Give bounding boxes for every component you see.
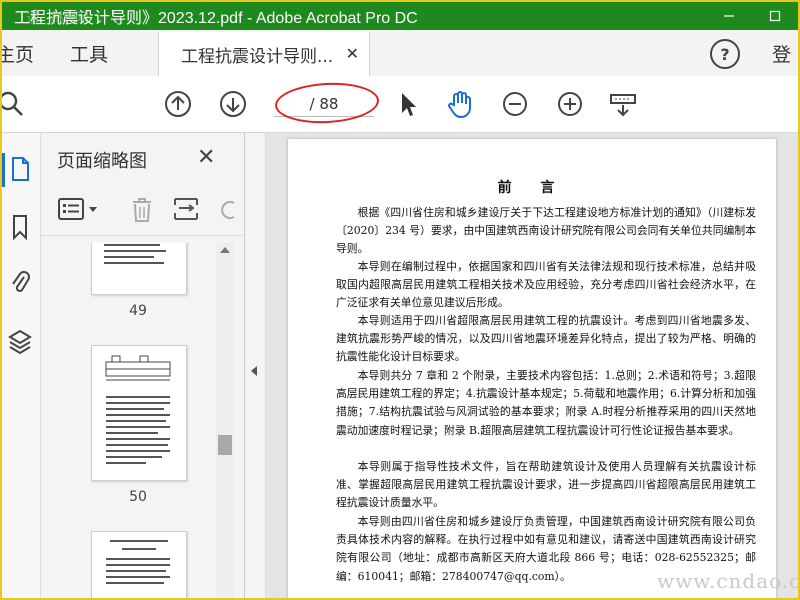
thumbnail-page-50[interactable] bbox=[91, 345, 187, 481]
fit-width-icon[interactable] bbox=[608, 89, 638, 119]
search-icon[interactable] bbox=[2, 89, 26, 119]
thumbnail-scrollbar[interactable] bbox=[216, 243, 234, 598]
bookmark-icon[interactable] bbox=[6, 213, 34, 241]
thumbnail-page-51[interactable] bbox=[91, 531, 187, 598]
collapse-arrow-icon bbox=[251, 366, 257, 376]
minimize-button[interactable] bbox=[706, 2, 752, 30]
watermark-text: 道 林 网 bbox=[26, 11, 92, 27]
attachment-icon[interactable] bbox=[6, 269, 34, 297]
paragraph-4: 本导则共分 7 章和 2 个附录，主要技术内容包括：1.总则；2.术语和符号；3… bbox=[336, 369, 756, 437]
paragraph-1: 根据《四川省住房和城乡建设厅关于下达工程建设地方标准计划的通知》（川建标发〔20… bbox=[336, 206, 756, 256]
tab-bar: 主页 工具 工程抗震设计导则... ✕ ? 登 bbox=[2, 30, 798, 77]
tab-document[interactable]: 工程抗震设计导则... ✕ bbox=[158, 32, 370, 76]
scroll-thumb[interactable] bbox=[218, 435, 232, 455]
paragraph-3: 本导则适用于四川省超限高层民用建筑工程的抗震设计。考虑到四川省地震多发、建筑抗震… bbox=[336, 314, 756, 364]
maximize-icon bbox=[769, 10, 781, 22]
layers-icon[interactable] bbox=[6, 327, 34, 355]
annotation-ellipse bbox=[274, 80, 380, 126]
insert-page-icon[interactable] bbox=[171, 195, 201, 223]
tab-tools[interactable]: 工具 bbox=[70, 30, 108, 76]
thumbnail-page-49[interactable] bbox=[91, 243, 187, 295]
paragraph-2: 本导则在编制过程中，依据国家和四川省有关法律法规和现行技术标准，总结并吸取国内超… bbox=[336, 260, 756, 310]
page-heading: 前 言 bbox=[497, 180, 567, 196]
minimize-icon bbox=[724, 15, 734, 17]
thumbnail-label-49: 49 bbox=[129, 303, 147, 319]
hand-icon[interactable] bbox=[445, 89, 475, 119]
select-arrow-icon[interactable] bbox=[392, 89, 422, 119]
page-down-icon[interactable] bbox=[218, 89, 248, 119]
navigation-rail bbox=[2, 133, 41, 598]
acrobat-window: 工程抗震设计导则》2023.12.pdf - Adobe Acrobat Pro… bbox=[0, 0, 800, 600]
document-view: 前 言 根据《四川省住房和城乡建设厅关于下达工程建设地方标准计划的通知》（川建标… bbox=[266, 133, 798, 598]
zoom-in-icon[interactable] bbox=[555, 89, 585, 119]
thumbnail-panel: 页面缩略图 ✕ 49 50 bbox=[41, 133, 245, 598]
page-up-icon[interactable] bbox=[163, 89, 193, 119]
delete-page-icon[interactable] bbox=[127, 195, 157, 223]
page-thumbnails-icon[interactable] bbox=[6, 155, 34, 183]
tab-home[interactable]: 主页 bbox=[2, 30, 34, 76]
more-tools-icon[interactable] bbox=[788, 89, 798, 119]
panel-title: 页面缩略图 bbox=[57, 151, 147, 172]
maximize-button[interactable] bbox=[752, 2, 798, 30]
help-icon[interactable]: ? bbox=[710, 39, 740, 69]
site-watermark: www.cndao.com bbox=[657, 569, 800, 593]
close-panel-icon[interactable]: ✕ bbox=[197, 145, 215, 170]
pdf-page: 前 言 根据《四川省住房和城乡建设厅关于下达工程建设地方标准计划的通知》（川建标… bbox=[288, 139, 776, 598]
document-tab-label: 工程抗震设计导则... bbox=[181, 46, 334, 67]
thumbnail-options-icon[interactable] bbox=[57, 195, 103, 223]
scroll-up-arrow[interactable] bbox=[220, 247, 230, 253]
thumbnail-figure bbox=[105, 355, 171, 381]
zoom-out-icon[interactable] bbox=[500, 89, 530, 119]
active-indicator bbox=[2, 153, 5, 187]
login-button[interactable]: 登 bbox=[772, 40, 791, 67]
thumbnail-label-50: 50 bbox=[129, 489, 147, 505]
collapse-panel-handle[interactable] bbox=[245, 133, 266, 598]
rotate-page-icon[interactable] bbox=[213, 195, 243, 223]
close-tab-icon[interactable]: ✕ bbox=[346, 44, 359, 63]
paragraph-5: 本导则属于指导性技术文件，旨在帮助建筑设计及使用人员理解有关抗震设计标准、掌握超… bbox=[336, 460, 756, 510]
title-bar: 工程抗震设计导则》2023.12.pdf - Adobe Acrobat Pro… bbox=[2, 2, 798, 30]
thumbnail-list: 49 50 bbox=[41, 243, 216, 598]
panel-toolbar bbox=[41, 185, 244, 236]
main-toolbar: / 88 bbox=[2, 76, 798, 133]
